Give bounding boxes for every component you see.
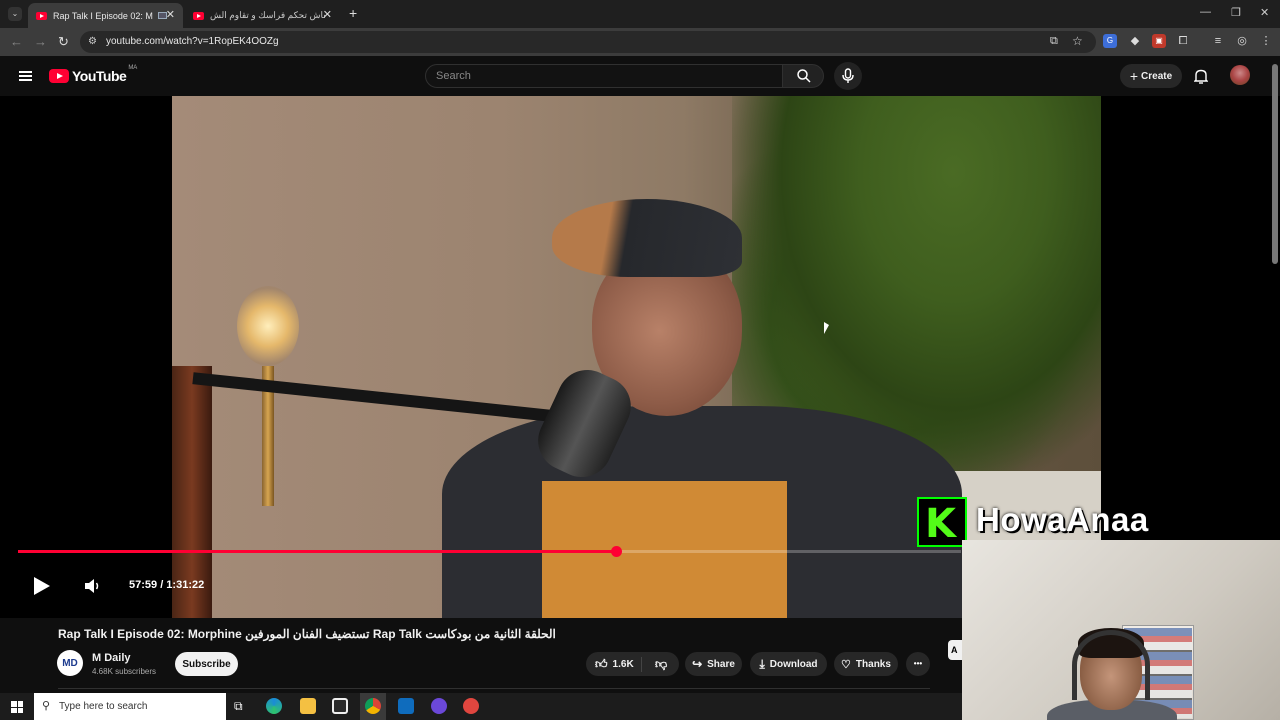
youtube-logo[interactable]: YouTube MA [49, 65, 138, 84]
notifications-bell-icon[interactable] [1194, 69, 1208, 84]
more-actions-button[interactable]: ••• [906, 652, 930, 676]
video-title: Rap Talk I Episode 02: Morphine تستضيف ا… [58, 627, 556, 641]
search-input[interactable] [436, 70, 766, 82]
plus-icon: + [1129, 68, 1139, 84]
thumbs-down-icon: 👎︎ [655, 656, 668, 671]
kick-logo: K [917, 497, 967, 547]
media-controls-icon[interactable]: ≡ [1211, 34, 1225, 48]
mouse-cursor-icon [824, 322, 829, 334]
back-icon[interactable]: ← [10, 34, 23, 49]
time-display: 57:59 / 1:31:22 [129, 579, 205, 591]
download-button[interactable]: ⤓ Download [750, 652, 827, 676]
play-button-icon[interactable] [34, 577, 50, 595]
site-info-icon[interactable]: ⚙ [88, 36, 97, 47]
browser-tab-bar: ⌄ Rap Talk I Episode 02: Morp ✕ كيفاش تح… [0, 0, 1280, 28]
edge-browser-icon[interactable] [266, 698, 282, 714]
person-cap [552, 199, 742, 277]
like-dislike-group: 👍︎ 1.6K 👎︎ [586, 652, 679, 676]
windows-taskbar: ⚲ Type here to search ⧉ [0, 693, 962, 720]
reload-icon[interactable]: ↻ [58, 34, 69, 50]
create-button[interactable]: + Create [1120, 64, 1182, 88]
taskbar-search-placeholder: Type here to search [59, 701, 148, 712]
chrome-icon[interactable] [365, 698, 381, 714]
divider [58, 688, 930, 689]
app-purple-icon[interactable] [431, 698, 447, 714]
streamer-name: HowaAnaa [976, 501, 1149, 538]
minimize-icon[interactable]: — [1200, 6, 1211, 18]
new-tab-button[interactable]: + [349, 5, 357, 21]
microphone-icon [842, 68, 854, 83]
close-window-icon[interactable]: ✕ [1260, 6, 1269, 19]
youtube-logo-text: YouTube [72, 68, 127, 84]
taskbar-search-box[interactable]: ⚲ Type here to search [34, 693, 226, 720]
like-button[interactable]: 👍︎ 1.6K [586, 656, 642, 672]
address-bar[interactable]: ⚙ youtube.com/watch?v=1RopEK4OOZg ⧉ ☆ [80, 31, 1096, 53]
headphones [1072, 630, 1150, 700]
windows-start-icon[interactable] [11, 701, 23, 713]
taskbar-search-icon: ⚲ [42, 700, 51, 712]
download-label: Download [769, 658, 818, 670]
volume-icon[interactable] [84, 578, 102, 594]
profile-icon[interactable]: ◎ [1235, 34, 1249, 48]
progress-fill [18, 550, 617, 553]
extension-red-icon[interactable]: ▣ [1152, 34, 1166, 48]
url-text: youtube.com/watch?v=1RopEK4OOZg [106, 36, 279, 47]
bookmark-star-icon[interactable]: ☆ [1072, 34, 1083, 48]
country-code: MA [128, 65, 138, 71]
channel-name[interactable]: M Daily [92, 652, 131, 664]
outlook-icon[interactable] [398, 698, 414, 714]
close-tab-icon[interactable]: ✕ [166, 8, 175, 21]
thumbs-up-icon: 👍︎ [595, 656, 608, 671]
side-panel-tab[interactable]: A [948, 640, 962, 660]
youtube-play-logo-icon [49, 69, 69, 83]
thanks-button[interactable]: ♡ Thanks [834, 652, 898, 676]
restore-icon[interactable]: ❐ [1231, 6, 1241, 19]
microsoft-store-icon[interactable] [332, 698, 348, 714]
tab-title: Rap Talk I Episode 02: Morp [53, 10, 153, 21]
share-arrow-icon: ↪ [692, 657, 703, 671]
search-box[interactable] [425, 64, 783, 88]
kick-letter: K [925, 501, 956, 547]
channel-avatar[interactable]: MD [57, 650, 83, 676]
youtube-favicon-icon [193, 11, 204, 20]
tab-arabic-video[interactable]: كيفاش تحكم فراسك و تقاوم الش ✕ [185, 3, 340, 28]
create-label: Create [1141, 70, 1173, 82]
lamp-bulb [237, 286, 299, 366]
share-label: Share [707, 658, 735, 670]
search-button[interactable] [782, 64, 824, 88]
webcam-overlay [962, 540, 1280, 720]
app-red-icon[interactable] [463, 698, 479, 714]
thanks-heart-icon: ♡ [841, 658, 851, 671]
youtube-favicon-icon [36, 11, 47, 20]
tab-title: كيفاش تحكم فراسك و تقاوم الش [210, 10, 325, 20]
download-arrow-icon: ⤓ [759, 656, 765, 671]
file-explorer-icon[interactable] [300, 698, 316, 714]
page-scrollbar[interactable] [1272, 64, 1278, 264]
user-avatar[interactable] [1230, 65, 1250, 85]
dislike-button[interactable]: 👎︎ [647, 657, 667, 672]
subscribe-button[interactable]: Subscribe [175, 652, 238, 676]
like-count: 1.6K [612, 658, 634, 670]
mic-boom-arm [192, 372, 552, 422]
translate-extension-icon[interactable]: G [1103, 34, 1117, 48]
tab-search-icon[interactable]: ⌄ [8, 7, 22, 21]
tab-rap-talk[interactable]: Rap Talk I Episode 02: Morp ✕ [28, 3, 183, 28]
voice-search-button[interactable] [834, 62, 862, 90]
share-button[interactable]: ↪ Share [685, 652, 742, 676]
forward-icon[interactable]: → [34, 34, 47, 49]
browser-menu-icon[interactable]: ⋮ [1259, 34, 1273, 48]
extension-diamond-icon[interactable]: ◆ [1128, 34, 1142, 48]
install-app-icon[interactable]: ⧉ [1050, 35, 1058, 48]
extensions-puzzle-icon[interactable]: ⧠ [1176, 34, 1190, 48]
youtube-header: YouTube MA + Create [0, 56, 1280, 96]
thanks-label: Thanks [855, 658, 891, 670]
subscriber-count: 4.68K subscribers [92, 667, 157, 676]
browser-toolbar: ← → ↻ ⚙ youtube.com/watch?v=1RopEK4OOZg … [0, 28, 1280, 56]
task-view-icon[interactable]: ⧉ [234, 699, 243, 714]
close-tab-icon[interactable]: ✕ [323, 8, 332, 21]
hamburger-menu-icon[interactable] [19, 71, 32, 81]
search-icon [797, 69, 811, 83]
progress-bar[interactable] [18, 546, 961, 557]
